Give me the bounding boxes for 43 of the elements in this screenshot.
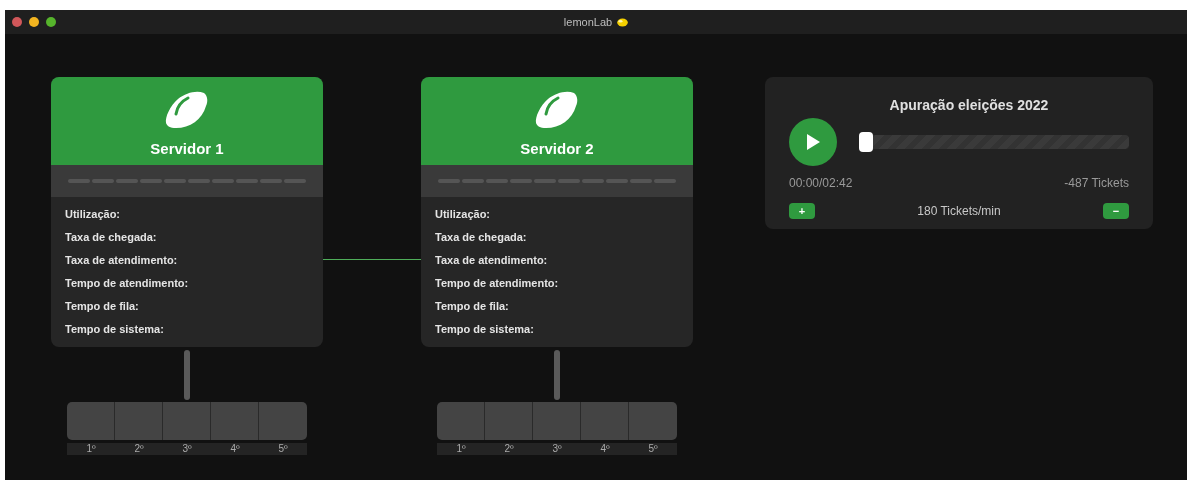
elapsed-time: 00:00/02:42: [789, 175, 853, 192]
window-title: lemonLab: [563, 14, 613, 30]
stat-label: Tempo de atendimento:: [65, 276, 190, 290]
queue-position: 1º: [437, 443, 485, 455]
lemon-icon: [534, 90, 580, 130]
queue-connector: [554, 350, 560, 400]
server-name: Servidor 2: [520, 141, 594, 156]
stat-label: Tempo de sistema:: [65, 322, 165, 336]
slider-thumb[interactable]: [859, 132, 873, 152]
decrease-button[interactable]: −: [1103, 203, 1129, 219]
queue-position: 2º: [485, 443, 533, 455]
queue-position: 4º: [581, 443, 629, 455]
stat-label: Utilização:: [65, 207, 121, 221]
stat-label: Utilização:: [435, 207, 491, 221]
stat-label: Tempo de sistema:: [435, 322, 535, 336]
increase-button[interactable]: +: [789, 203, 815, 219]
queue-position: 5º: [629, 443, 677, 455]
queue-position: 4º: [211, 443, 259, 455]
lemon-icon: [164, 90, 210, 130]
lemon-icon: [617, 17, 629, 27]
stat-label: Taxa de chegada:: [435, 230, 528, 244]
play-button[interactable]: [789, 118, 837, 166]
queue-position: 5º: [259, 443, 307, 455]
stat-label: Taxa de chegada:: [65, 230, 158, 244]
stat-label: Tempo de fila:: [65, 299, 140, 313]
progress-slider[interactable]: [859, 132, 1129, 152]
stat-label: Taxa de atendimento:: [435, 253, 549, 267]
stat-label: Tempo de atendimento:: [435, 276, 560, 290]
queue-position: 2º: [115, 443, 163, 455]
minimize-button[interactable]: [29, 17, 39, 27]
queue-connector: [184, 350, 190, 400]
play-icon: [805, 133, 821, 151]
queue-position: 3º: [163, 443, 211, 455]
player-title: Apuração eleições 2022: [888, 96, 1049, 114]
stat-label: Tempo de fila:: [435, 299, 510, 313]
ticket-count: -487 Tickets: [1064, 175, 1129, 192]
maximize-button[interactable]: [46, 17, 56, 27]
queue-position: 1º: [67, 443, 115, 455]
stat-label: Taxa de atendimento:: [65, 253, 179, 267]
server-name: Servidor 1: [150, 141, 224, 156]
queue-position: 3º: [533, 443, 581, 455]
close-button[interactable]: [12, 17, 22, 27]
ticket-rate: 180 Tickets/min: [917, 203, 1001, 220]
